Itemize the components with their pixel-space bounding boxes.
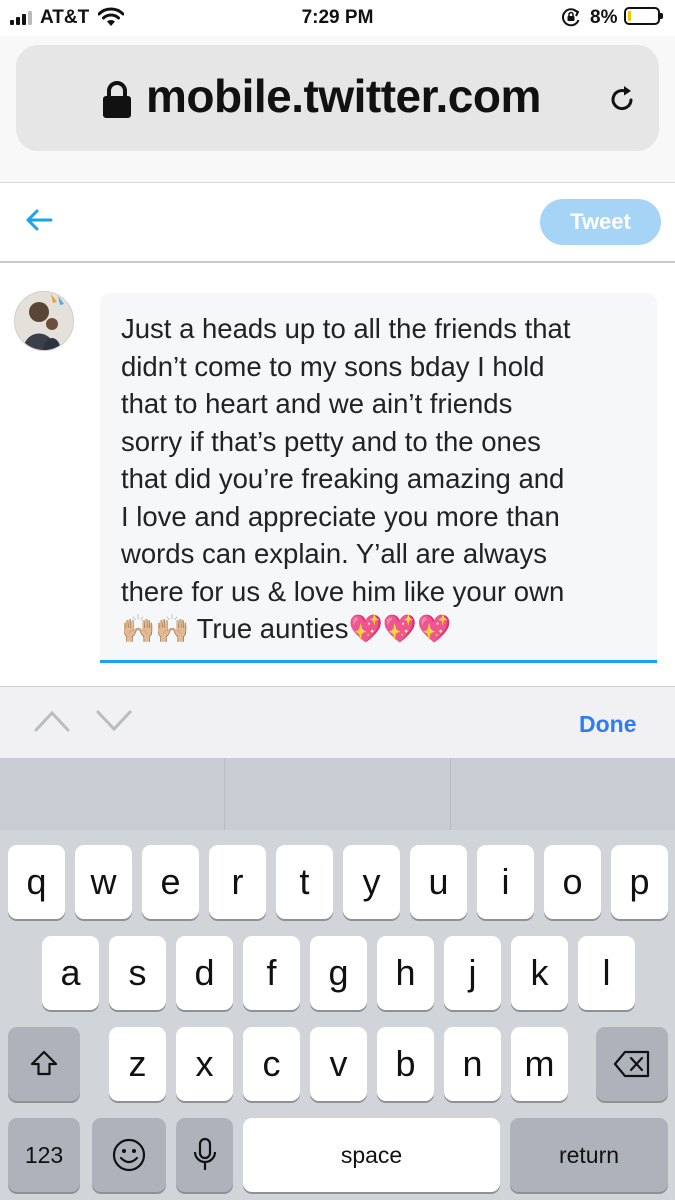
delete-key[interactable] [596, 1027, 668, 1101]
key-i[interactable]: i [477, 845, 534, 919]
keyboard: q w e r t y u i o p a s d f g h j k l z … [0, 758, 675, 1200]
dictation-key[interactable] [176, 1118, 233, 1192]
delete-icon [613, 1050, 650, 1078]
key-d[interactable]: d [176, 936, 233, 1010]
battery-icon [624, 7, 663, 25]
key-y[interactable]: y [343, 845, 400, 919]
emoji-icon [112, 1138, 146, 1172]
key-h[interactable]: h [377, 936, 434, 1010]
key-e[interactable]: e [142, 845, 199, 919]
key-w[interactable]: w [75, 845, 132, 919]
key-m[interactable]: m [511, 1027, 568, 1101]
return-key[interactable]: return [510, 1118, 668, 1192]
key-q[interactable]: q [8, 845, 65, 919]
back-arrow-icon[interactable] [24, 205, 54, 235]
battery-percent: 8% [590, 7, 618, 28]
chevron-down-icon[interactable] [96, 709, 132, 733]
chevron-up-icon[interactable] [34, 709, 70, 733]
compose-area: Just a heads up to all the friends that … [0, 263, 675, 686]
space-key[interactable]: space [243, 1118, 500, 1192]
suggestion-divider [450, 758, 451, 830]
key-f[interactable]: f [243, 936, 300, 1010]
key-c[interactable]: c [243, 1027, 300, 1101]
address-bar[interactable]: mobile.twitter.com [16, 45, 659, 151]
key-o[interactable]: o [544, 845, 601, 919]
tweet-text: Just a heads up to all the friends that … [121, 313, 571, 644]
reload-icon[interactable] [608, 84, 638, 114]
tweet-button[interactable]: Tweet [540, 199, 661, 245]
key-p[interactable]: p [611, 845, 668, 919]
browser-toolbar: mobile.twitter.com [0, 36, 675, 183]
microphone-icon [193, 1137, 216, 1170]
key-g[interactable]: g [310, 936, 367, 1010]
avatar [14, 291, 74, 351]
key-x[interactable]: x [176, 1027, 233, 1101]
url-text: mobile.twitter.com [146, 70, 541, 122]
key-l[interactable]: l [578, 936, 635, 1010]
emoji-key[interactable] [92, 1118, 166, 1192]
compose-header: Tweet [0, 183, 675, 263]
key-b[interactable]: b [377, 1027, 434, 1101]
key-t[interactable]: t [276, 845, 333, 919]
key-j[interactable]: j [444, 936, 501, 1010]
shift-icon [30, 1050, 58, 1076]
key-r[interactable]: r [209, 845, 266, 919]
key-z[interactable]: z [109, 1027, 166, 1101]
keyboard-accessory-bar: Done [0, 686, 675, 759]
key-a[interactable]: a [42, 936, 99, 1010]
status-bar: AT&T 7:29 PM 8% [0, 0, 675, 36]
rotation-lock-icon [562, 8, 580, 27]
key-s[interactable]: s [109, 936, 166, 1010]
key-k[interactable]: k [511, 936, 568, 1010]
done-button[interactable]: Done [579, 711, 637, 738]
numbers-key[interactable]: 123 [8, 1118, 80, 1192]
lock-icon [103, 81, 131, 118]
suggestion-divider [224, 758, 225, 830]
key-v[interactable]: v [310, 1027, 367, 1101]
key-n[interactable]: n [444, 1027, 501, 1101]
tweet-text-field[interactable]: Just a heads up to all the friends that … [100, 293, 657, 663]
suggestion-bar [0, 758, 675, 830]
shift-key[interactable] [8, 1027, 80, 1101]
key-u[interactable]: u [410, 845, 467, 919]
